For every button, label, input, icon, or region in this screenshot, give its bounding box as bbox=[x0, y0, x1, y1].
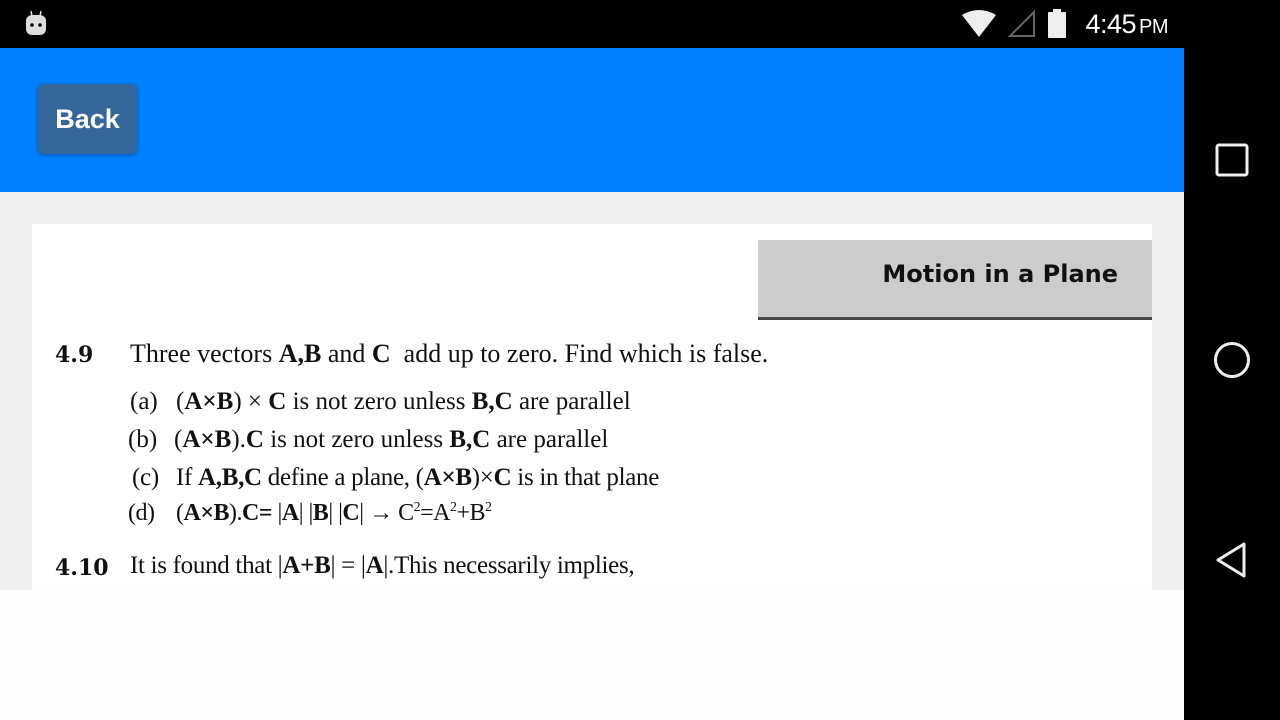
home-button[interactable] bbox=[1208, 336, 1256, 384]
text-bold: A×B bbox=[423, 464, 472, 491]
text-bold: B bbox=[312, 500, 329, 526]
option-label: (b) bbox=[128, 426, 158, 453]
option-a: (a) (A×B) × C is not zero unless B,C are … bbox=[130, 388, 631, 416]
text: is not zero unless bbox=[286, 388, 472, 415]
app-content: Back Motion in a Plane 4.9 Three vectors… bbox=[0, 48, 1184, 720]
text: ). bbox=[229, 500, 243, 526]
android-debug-icon bbox=[26, 10, 46, 35]
question-text: It is found that |A+B| = |A|.This necess… bbox=[130, 552, 635, 580]
chapter-heading: Motion in a Plane bbox=[758, 240, 1152, 320]
text-bold: C bbox=[493, 464, 512, 491]
text: | | bbox=[298, 500, 314, 526]
chapter-title: Motion in a Plane bbox=[882, 260, 1118, 288]
home-circle-icon bbox=[1214, 342, 1250, 378]
textbook-page: Motion in a Plane 4.9 Three vectors A,B … bbox=[32, 224, 1152, 590]
text: |.This necessarily implies, bbox=[383, 552, 635, 579]
text: | bbox=[272, 500, 283, 526]
navigation-bar bbox=[1184, 48, 1280, 720]
text-bold: C bbox=[371, 339, 391, 368]
text-bold: A+B bbox=[282, 552, 331, 579]
cell-signal-icon bbox=[1008, 9, 1036, 37]
text-bold: C bbox=[268, 388, 287, 415]
text-bold: A×B bbox=[184, 388, 234, 415]
superscript: 2 bbox=[485, 500, 492, 515]
text: | → C bbox=[359, 500, 414, 526]
option-c: (c) If A,B,C define a plane, (A×B)×C is i… bbox=[132, 464, 659, 492]
text: and bbox=[321, 339, 372, 368]
clock-time: 4:45 bbox=[1085, 8, 1136, 39]
text-bold: C= bbox=[242, 500, 273, 526]
text: define a plane, ( bbox=[261, 464, 424, 491]
text: ( bbox=[176, 500, 184, 526]
app-bar: Back bbox=[0, 48, 1184, 192]
text: are parallel bbox=[512, 388, 631, 415]
question-number: 4.9 bbox=[55, 342, 94, 368]
text: )× bbox=[471, 464, 494, 491]
clock: 4:45 PM bbox=[1085, 9, 1168, 40]
back-triangle-icon bbox=[1216, 542, 1246, 578]
text: is in that plane bbox=[511, 464, 660, 491]
back-button[interactable]: Back bbox=[38, 84, 137, 154]
text: | | bbox=[328, 500, 343, 526]
text: =A bbox=[420, 500, 450, 526]
option-label: (d) bbox=[128, 500, 155, 526]
option-label: (c) bbox=[132, 464, 159, 491]
text: Three vectors bbox=[130, 339, 279, 368]
text: It is found that | bbox=[130, 552, 283, 579]
recents-square-icon bbox=[1215, 143, 1249, 177]
text-bold: A×B bbox=[183, 500, 230, 526]
recents-button[interactable] bbox=[1208, 136, 1256, 184]
wifi-icon bbox=[962, 10, 997, 37]
text: +B bbox=[456, 500, 485, 526]
option-label: (a) bbox=[130, 388, 158, 415]
question-text: Three vectors A,B and C add up to zero. … bbox=[130, 339, 768, 369]
back-nav-button[interactable] bbox=[1208, 536, 1256, 584]
text: ). bbox=[231, 426, 246, 453]
text: is not zero unless bbox=[263, 426, 450, 453]
text-bold: C bbox=[245, 426, 264, 453]
battery-icon bbox=[1048, 9, 1067, 38]
text: If bbox=[176, 464, 199, 491]
text-bold: A bbox=[365, 552, 384, 579]
text-bold: C bbox=[342, 500, 360, 526]
question-number: 4.10 bbox=[55, 555, 109, 581]
text: are parallel bbox=[490, 426, 609, 453]
option-b: (b) (A×B).C is not zero unless B,C are pa… bbox=[128, 426, 608, 454]
text-bold: B,C bbox=[471, 388, 513, 415]
clock-ampm: PM bbox=[1139, 15, 1169, 38]
text-bold: A,B bbox=[278, 339, 322, 368]
text-bold: A bbox=[281, 500, 299, 526]
option-d: (d) (A×B).C= |A| |B| |C| → C2=A2+B2 bbox=[128, 500, 492, 527]
text-bold: A,B,C bbox=[198, 464, 262, 491]
text: ) × bbox=[233, 388, 269, 415]
text-bold: A×B bbox=[182, 426, 232, 453]
text-bold: B,C bbox=[449, 426, 491, 453]
text: | = | bbox=[330, 552, 366, 579]
status-bar: 4:45 PM bbox=[0, 0, 1280, 48]
text: add up to zero. Find which is false. bbox=[390, 339, 769, 368]
